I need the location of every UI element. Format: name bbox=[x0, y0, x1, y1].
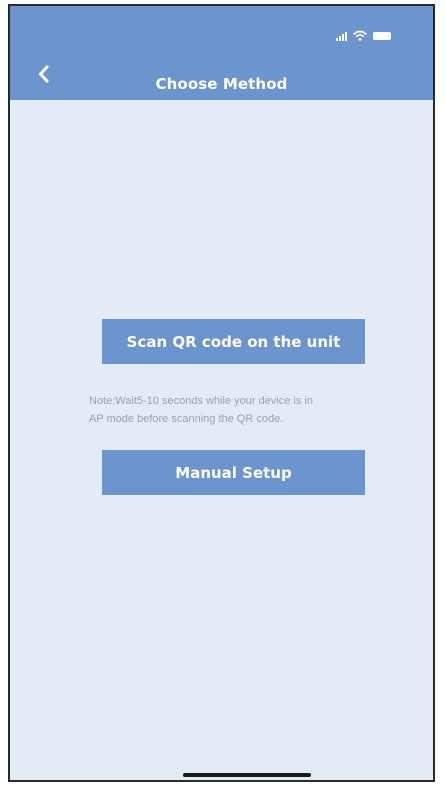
note-text: Note:Wait5-10 seconds while your device … bbox=[89, 395, 313, 425]
page-title: Choose Method bbox=[155, 75, 288, 93]
manual-setup-button[interactable]: Manual Setup bbox=[102, 450, 365, 495]
status-bar bbox=[336, 29, 391, 41]
app-header: Choose Method bbox=[10, 6, 433, 100]
battery-icon bbox=[373, 32, 391, 40]
signal-icon bbox=[336, 31, 347, 41]
scan-qr-code-button[interactable]: Scan QR code on the unit bbox=[102, 319, 365, 364]
wifi-icon bbox=[353, 30, 367, 41]
home-indicator[interactable] bbox=[183, 773, 311, 777]
phone-screen: Choose Method Scan QR code on the unit N… bbox=[8, 4, 435, 782]
